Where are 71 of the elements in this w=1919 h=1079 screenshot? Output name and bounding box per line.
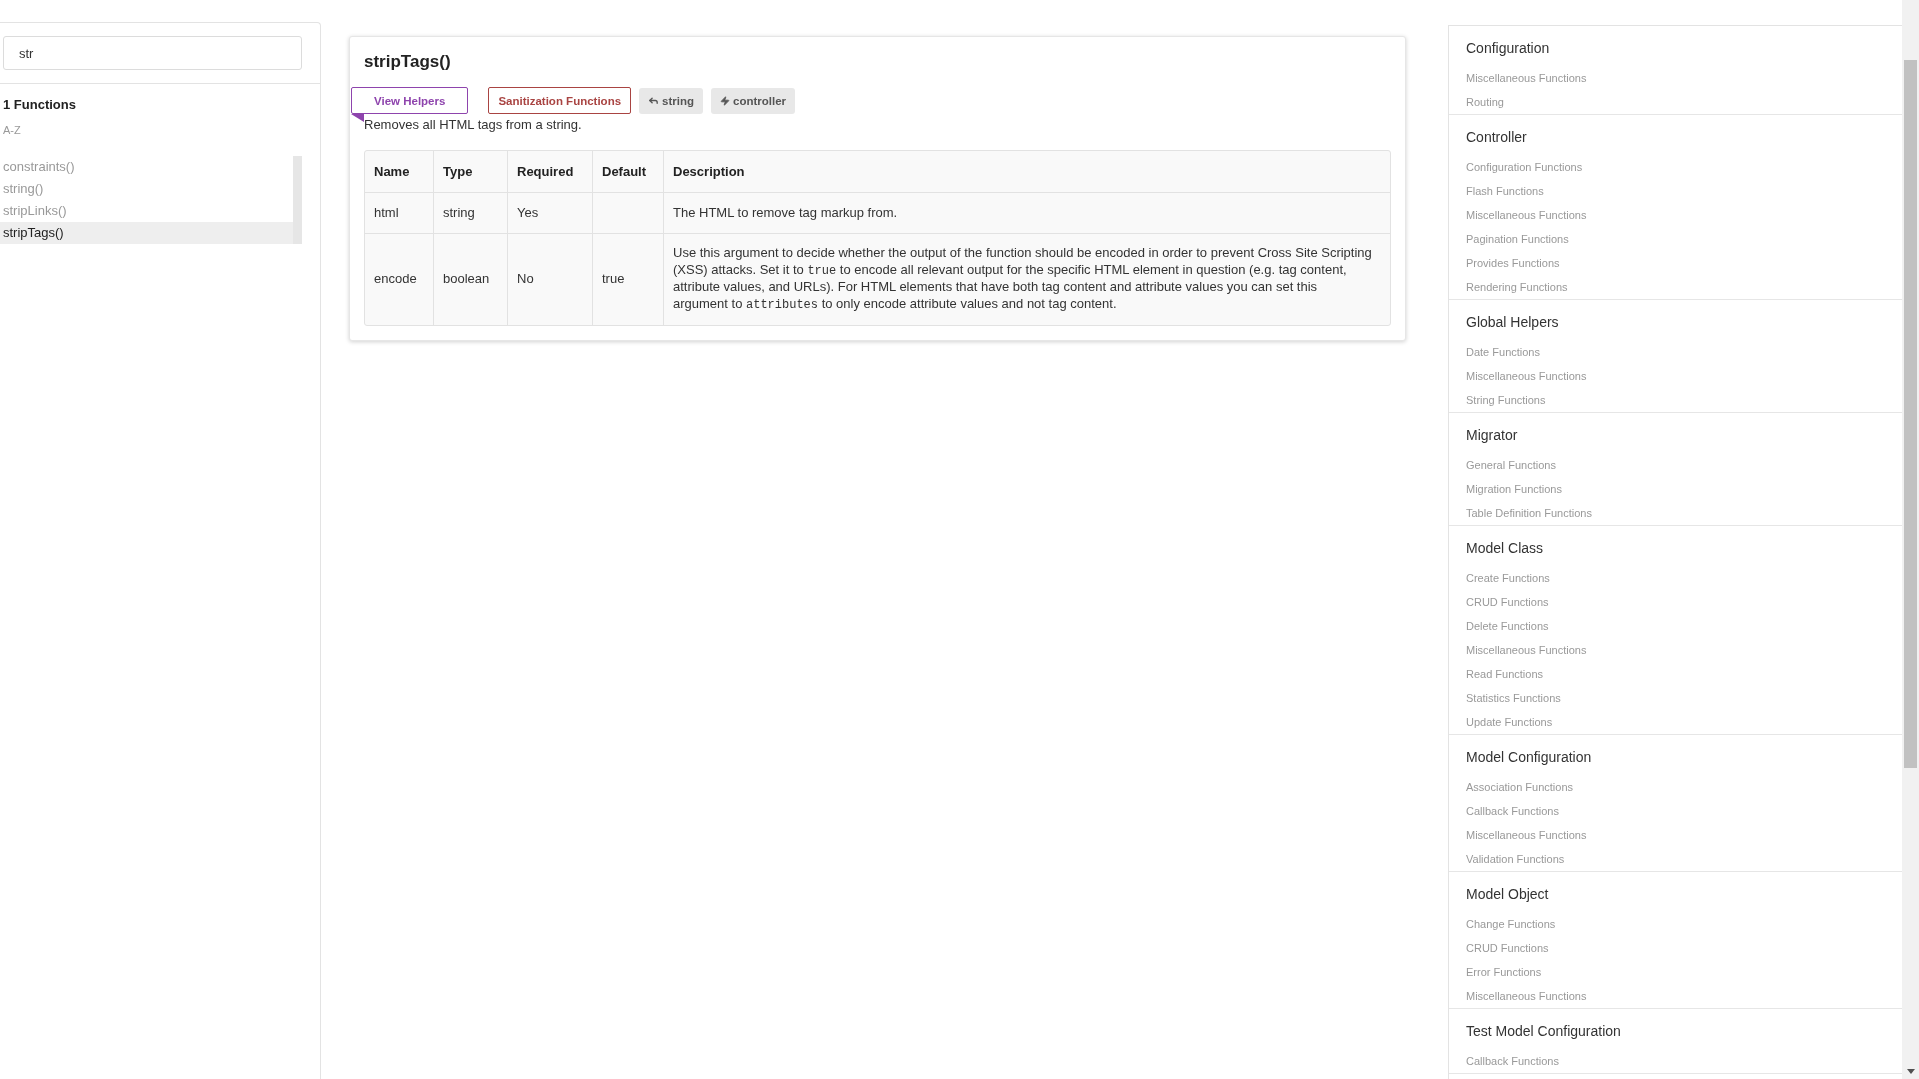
table-cell: boolean — [443, 270, 490, 286]
function-summary: Removes all HTML tags from a string. — [364, 116, 583, 133]
argument-description: Use this argument to decide whether the output of the function should be encoded in order to prevent Cross Site Scripting (XSS) attacks. Set it to true to encode all relevant output for the specific HTML element in question (e.g. tag content, attribute values, and URLs). For HTML elements that have both tag content and attribute values you can set this argument to attributes to only encode attribute values and not tag content. — [673, 245, 1372, 311]
category-link[interactable]: Association Functions — [1466, 775, 1573, 799]
column-header: Default — [593, 151, 664, 193]
category-link[interactable]: Read Functions — [1466, 662, 1544, 686]
category-heading: Migrator — [1466, 426, 1519, 445]
sort-label[interactable]: A-Z — [0, 112, 24, 136]
category-heading: Global Helpers — [1466, 313, 1560, 332]
category-heading: Model Configuration — [1466, 748, 1593, 767]
scrollbar-thumb[interactable] — [1904, 60, 1917, 768]
category-link[interactable]: Create Functions — [1466, 566, 1550, 590]
scroll-down-icon[interactable] — [1906, 1069, 1915, 1074]
category-heading: Controller — [1466, 128, 1528, 147]
table-cell: string — [443, 204, 475, 220]
reply-arrow-icon — [648, 95, 660, 106]
category-link[interactable]: Configuration Functions — [1466, 155, 1583, 179]
result-count: 1 Functions — [2, 96, 77, 112]
function-list-item[interactable]: constraints() — [0, 156, 293, 178]
search-field[interactable]: str — [3, 36, 302, 70]
category-link[interactable]: General Functions — [1466, 453, 1556, 477]
category-heading: Model Class — [1466, 539, 1545, 558]
column-header: Type — [434, 151, 508, 193]
function-title: stripTags() — [364, 51, 452, 73]
category-link[interactable]: Miscellaneous Functions — [1466, 66, 1587, 90]
category-link[interactable]: Provides Functions — [1466, 251, 1560, 275]
category-link[interactable]: CRUD Functions — [1466, 936, 1549, 960]
table-cell: Yes — [517, 204, 539, 220]
category-link[interactable]: Miscellaneous Functions — [1466, 364, 1587, 388]
return-type-tag: string — [639, 87, 703, 114]
category-link[interactable]: Miscellaneous Functions — [1466, 638, 1587, 662]
column-header: Name — [365, 151, 434, 193]
category-link[interactable]: CRUD Functions — [1466, 590, 1549, 614]
scope-tag: controller — [711, 87, 796, 114]
category-link[interactable]: Rendering Functions — [1466, 275, 1568, 299]
category-heading: Test Model Configuration — [1466, 1022, 1622, 1041]
category-link[interactable]: Flash Functions — [1466, 179, 1544, 203]
category-link[interactable]: Migration Functions — [1466, 477, 1562, 501]
category-link[interactable]: String Functions — [1466, 388, 1546, 412]
category-link[interactable]: Miscellaneous Functions — [1466, 203, 1587, 227]
category-link[interactable]: Table Definition Functions — [1466, 501, 1592, 525]
category-tag[interactable]: View Helpers — [351, 87, 469, 114]
category-link[interactable]: Pagination Functions — [1466, 227, 1569, 251]
table-cell: encode — [374, 270, 417, 286]
page-scrollbar[interactable] — [1902, 0, 1919, 1079]
category-link[interactable]: Update Functions — [1466, 710, 1553, 734]
lightning-bolt-icon — [720, 95, 730, 106]
category-link[interactable]: Miscellaneous Functions — [1466, 984, 1587, 1008]
function-list-item[interactable]: string() — [0, 178, 293, 200]
table-cell: html — [374, 204, 399, 220]
category-link[interactable]: Delete Functions — [1466, 614, 1549, 638]
column-header: Required — [508, 151, 593, 193]
category-link[interactable]: Change Functions — [1466, 912, 1556, 936]
category-link[interactable]: Miscellaneous Functions — [1466, 823, 1587, 847]
table-cell: true — [602, 270, 625, 286]
category-link[interactable]: Date Functions — [1466, 340, 1540, 364]
function-list-item[interactable]: stripLinks() — [0, 200, 293, 222]
column-header: Description — [664, 151, 1390, 193]
category-heading: Configuration — [1466, 39, 1551, 58]
function-list-item[interactable]: stripTags() — [0, 222, 293, 244]
category-link[interactable]: Validation Functions — [1466, 847, 1565, 871]
category-link[interactable]: Callback Functions — [1466, 799, 1559, 823]
category-heading: Model Object — [1466, 885, 1550, 904]
category-tag[interactable]: Sanitization Functions — [488, 87, 632, 114]
category-link[interactable]: Statistics Functions — [1466, 686, 1561, 710]
table-cell: No — [517, 270, 534, 286]
list-scrollbar[interactable] — [293, 156, 302, 244]
category-link[interactable]: Callback Functions — [1466, 1049, 1559, 1073]
category-link[interactable]: Error Functions — [1466, 960, 1542, 984]
argument-description: The HTML to remove tag markup from. — [673, 204, 898, 220]
category-link[interactable]: Routing — [1466, 90, 1504, 114]
